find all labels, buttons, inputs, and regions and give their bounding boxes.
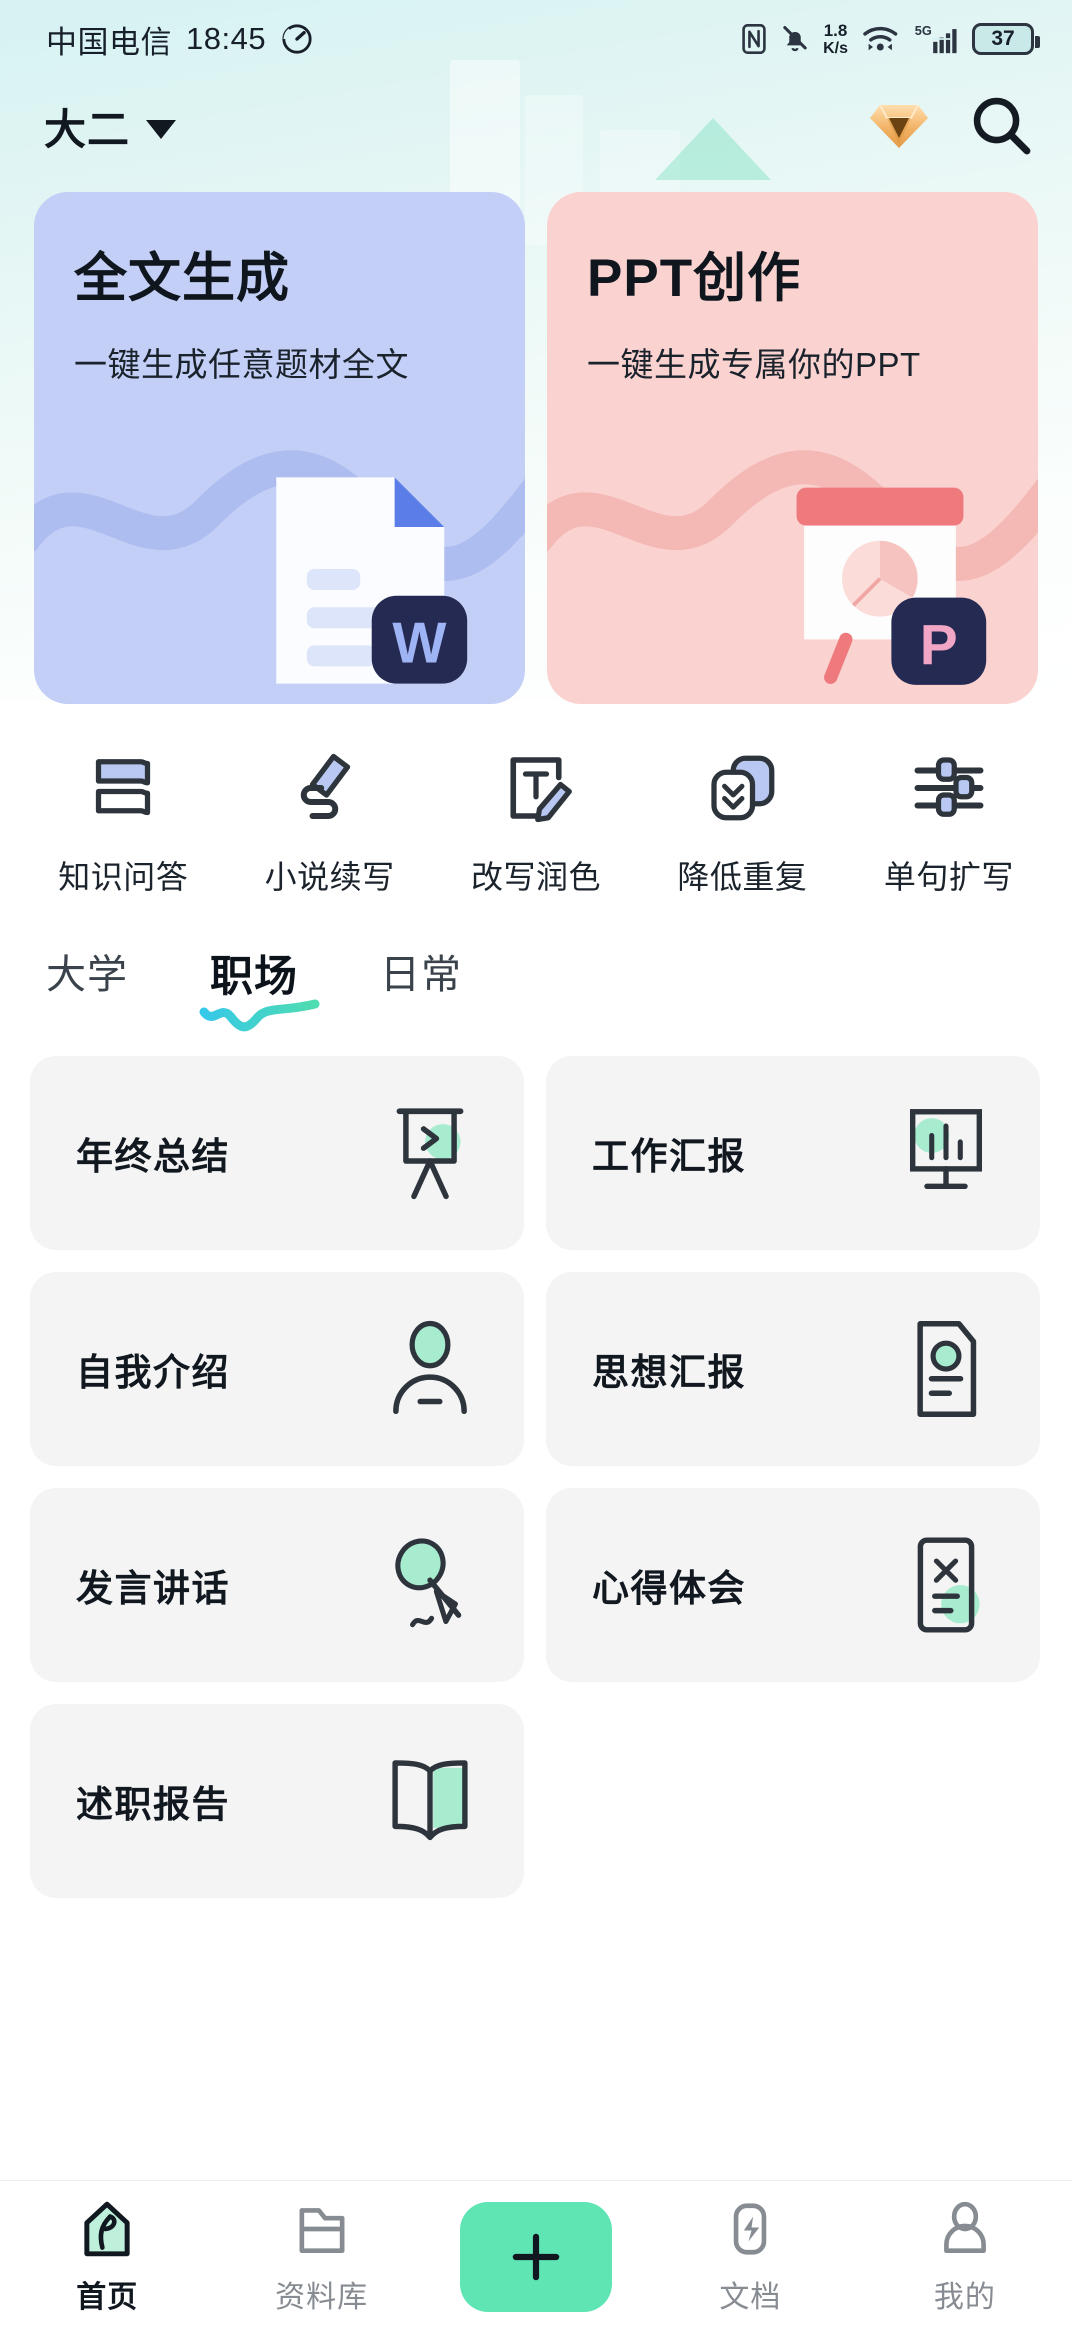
nav-item-label: 我的 [933,2280,996,2314]
battery-indicator: 37 [972,23,1040,55]
quick-action-novel-continue[interactable]: 小说续写 [226,746,432,898]
grade-label: 大二 [44,105,131,153]
quick-action-label: 单句扩写 [883,859,1014,895]
wifi-icon [863,26,898,51]
template-card-speech[interactable]: 发言讲话 [30,1488,524,1682]
hero-card-subtitle: 一键生成任意题材全文 [74,346,409,383]
nav-item-library[interactable]: 资料库 [214,2198,428,2316]
nfc-icon [742,24,766,54]
quick-action-reduce-repetition[interactable]: 降低重复 [639,746,845,898]
template-card-reflection[interactable]: 心得体会 [546,1488,1040,1682]
speed-unit: K/s [823,39,848,57]
template-card-work-summary-report[interactable]: 述职报告 [30,1704,524,1898]
hero-card-fulltext[interactable]: 全文生成 一键生成任意题材全文 W [34,192,525,704]
clock-label: 18:45 [186,21,267,56]
template-card-work-report[interactable]: 工作汇报 [546,1056,1040,1250]
hero-card-subtitle: 一键生成专属你的PPT [587,346,921,383]
template-card-self-introduction[interactable]: 自我介绍 [30,1272,524,1466]
tab-label: 大学 [46,953,128,997]
search-icon[interactable] [968,92,1036,160]
word-badge-label: W [392,612,446,676]
home-pen-icon [84,2201,130,2256]
category-tabs: 大学 职场 日常 [0,898,1072,1034]
app-header: 大二 [0,78,1072,174]
word-document-icon: W [276,477,468,684]
nav-item-label: 首页 [76,2280,139,2314]
pen-write-icon [300,753,350,819]
hero-card-title: 全文生成 [74,249,290,308]
signal-icon: 5G [915,23,957,54]
quick-action-label: 降低重复 [677,859,808,895]
grade-selector[interactable]: 大二 [44,96,177,157]
template-grid: 年终总结 工作汇报 自我介绍 思想汇报 发言讲话 心得体会 述职报告 [0,1034,1072,1898]
nav-item-label: 文档 [719,2280,782,2314]
template-card-label: 自我介绍 [76,1352,230,1393]
template-card-label: 思想汇报 [592,1352,746,1393]
open-book-icon [376,1742,484,1860]
quick-action-label: 小说续写 [264,859,395,895]
hero-card-ppt[interactable]: PPT创作 一键生成专属你的PPT P [547,192,1038,704]
tab-label: 职场 [210,953,298,1001]
lightning-doc-icon [734,2202,767,2255]
template-card-thought-report[interactable]: 思想汇报 [546,1272,1040,1466]
template-card-label: 述职报告 [76,1784,230,1825]
layers-down-icon [711,755,775,821]
ppt-slide-icon: P [796,487,987,685]
nav-item-documents[interactable]: 文档 [643,2198,857,2316]
template-card-label: 年终总结 [76,1136,230,1177]
template-card-label: 发言讲话 [76,1568,230,1609]
ppt-badge-label: P [920,613,958,677]
speed-value: 1.8 [823,20,848,40]
note-x-icon [892,1526,1000,1644]
person-outline-icon [943,2201,986,2253]
nav-item-label: 资料库 [275,2280,369,2314]
quick-action-rewrite-polish[interactable]: 改写润色 [433,746,639,898]
create-button[interactable] [460,2201,613,2312]
text-edit-icon [510,757,572,823]
quick-action-row: 知识问答 小说续写 改写润色 降低重复 单句扩写 [0,704,1072,898]
quick-action-knowledge-qa[interactable]: 知识问答 [20,746,226,898]
mute-bell-icon [783,26,807,52]
bottom-navigation: 首页 资料库 文档 我的 [0,2180,1072,2332]
sliders-icon [914,757,984,817]
tab-daily[interactable]: 日常 [380,942,462,1030]
plus-icon [512,2233,560,2280]
books-icon [96,759,151,816]
battery-level: 37 [991,27,1015,50]
template-card-label: 心得体会 [592,1568,746,1609]
template-card-label: 工作汇报 [592,1136,746,1177]
easel-icon [376,1094,484,1212]
vip-diamond-icon[interactable] [868,97,930,155]
status-bar: 中国电信 18:45 1.8 K/s 5G 37 [0,0,1072,78]
tab-label: 日常 [380,953,462,997]
tab-university[interactable]: 大学 [46,942,128,1030]
quick-action-expand-sentence[interactable]: 单句扩写 [846,746,1052,898]
carrier-label: 中国电信 [46,24,172,60]
chevron-down-icon [146,119,177,139]
hero-card-title: PPT创作 [587,249,802,308]
speedometer-icon [282,24,312,54]
nav-item-profile[interactable]: 我的 [858,2198,1072,2316]
network-type-label: 5G [915,23,932,38]
network-speed: 1.8 K/s [823,22,848,57]
hero-card-row: 全文生成 一键生成任意题材全文 W PPT创作 一键生成专属你的PPT P [0,174,1072,704]
quick-action-label: 知识问答 [58,859,189,895]
quick-action-label: 改写润色 [471,859,602,895]
person-icon [376,1310,484,1428]
folder-icon [299,2207,345,2253]
document-report-icon [892,1310,1000,1428]
active-tab-underline-icon [199,999,320,1032]
microphone-icon [376,1526,484,1644]
monitor-chart-icon [892,1094,1000,1212]
template-card-year-end-summary[interactable]: 年终总结 [30,1056,524,1250]
tab-workplace[interactable]: 职场 [199,942,320,1034]
nav-item-home[interactable]: 首页 [0,2198,214,2316]
nav-item-create[interactable] [429,2201,643,2312]
